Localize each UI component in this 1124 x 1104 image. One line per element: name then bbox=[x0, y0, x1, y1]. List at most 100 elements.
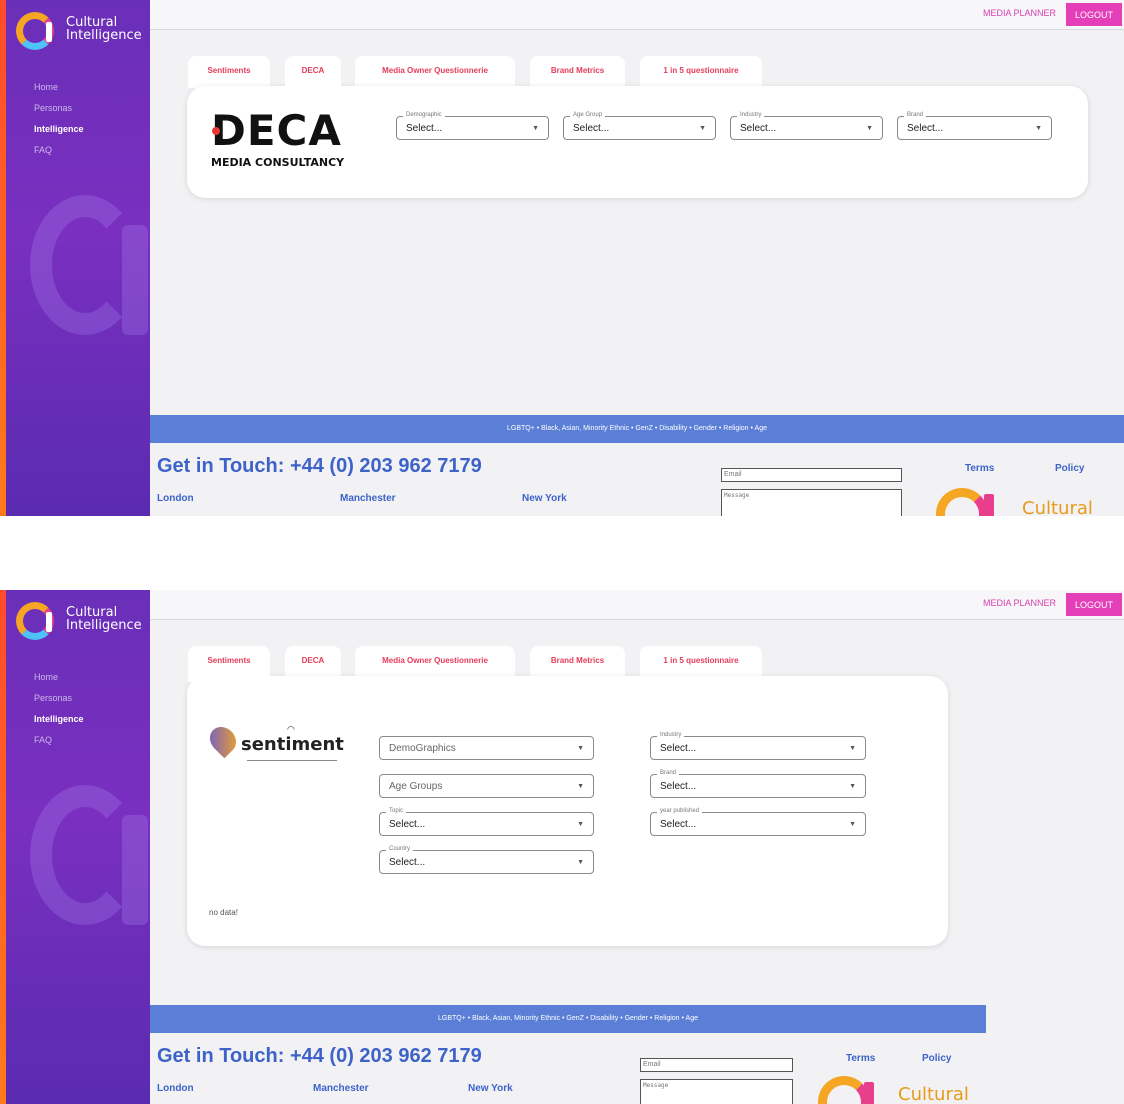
sidebar-item-faq[interactable]: FAQ bbox=[34, 145, 84, 166]
app-logo[interactable]: Cultural Intelligence bbox=[16, 12, 146, 52]
top-bar: MEDIA PLANNER LOGOUT bbox=[150, 590, 1124, 620]
sentiment-logo: ◠ sentiment bbox=[204, 721, 351, 764]
logo-line-2: Intelligence bbox=[66, 618, 142, 633]
field-value: Select... bbox=[389, 857, 426, 868]
tab-sentiments[interactable]: Sentiments bbox=[188, 56, 270, 88]
city-new-york: New York bbox=[522, 493, 567, 504]
sidebar-watermark-icon bbox=[30, 195, 150, 345]
city-new-york: New York bbox=[468, 1083, 513, 1094]
sidebar-item-personas[interactable]: Personas bbox=[34, 693, 84, 714]
policy-link[interactable]: Policy bbox=[922, 1053, 951, 1064]
deca-panel: DECA MEDIA CONSULTANCY Demographic Selec… bbox=[187, 86, 1088, 198]
field-value: Select... bbox=[573, 123, 610, 134]
field-value: Select... bbox=[406, 123, 443, 134]
media-planner-link[interactable]: MEDIA PLANNER bbox=[983, 598, 1056, 608]
tab-deca[interactable]: DECA bbox=[285, 646, 341, 678]
industry-select[interactable]: Industry Select... ▼ bbox=[730, 111, 883, 140]
sentiment-logo-word: sentiment bbox=[241, 734, 344, 755]
sentiment-logo-underline bbox=[247, 760, 337, 761]
footer-logo-bar-icon bbox=[984, 494, 994, 516]
tab-deca[interactable]: DECA bbox=[285, 56, 341, 92]
topic-select[interactable]: Topic Select... ▼ bbox=[379, 807, 594, 836]
sidebar: Cultural Intelligence Home Personas Inte… bbox=[0, 590, 150, 1104]
sidebar: Cultural Intelligence Home Personas Inte… bbox=[0, 0, 150, 516]
city-manchester: Manchester bbox=[340, 493, 396, 504]
field-label: year published bbox=[657, 807, 703, 815]
deca-logo: DECA MEDIA CONSULTANCY bbox=[211, 110, 381, 180]
field-value: Select... bbox=[660, 819, 697, 830]
logo-text: Cultural Intelligence bbox=[66, 606, 142, 632]
logout-button[interactable]: LOGOUT bbox=[1066, 593, 1122, 616]
sidebar-item-faq[interactable]: FAQ bbox=[34, 735, 84, 756]
chevron-down-icon: ▼ bbox=[532, 125, 539, 132]
deca-logo-dot-icon bbox=[212, 127, 220, 135]
sidebar-item-intelligence[interactable]: Intelligence bbox=[34, 124, 84, 145]
field-value: Select... bbox=[740, 123, 777, 134]
demographic-select[interactable]: Demographic Select... ▼ bbox=[396, 111, 549, 140]
field-value: DemoGraphics bbox=[389, 743, 456, 754]
country-select[interactable]: Country Select... ▼ bbox=[379, 845, 594, 874]
sidebar-item-home[interactable]: Home bbox=[34, 82, 84, 103]
sidebar-item-home[interactable]: Home bbox=[34, 672, 84, 693]
logo-bar-icon bbox=[46, 22, 52, 42]
field-label: Industry bbox=[737, 111, 765, 119]
logo-bar-icon bbox=[46, 612, 52, 632]
terms-link[interactable]: Terms bbox=[965, 463, 994, 474]
chevron-down-icon: ▼ bbox=[849, 745, 856, 752]
media-planner-link[interactable]: MEDIA PLANNER bbox=[983, 8, 1056, 18]
year-published-select[interactable]: year published Select... ▼ bbox=[650, 807, 866, 836]
contact-heading: Get in Touch: +44 (0) 203 962 7179 bbox=[157, 1045, 482, 1067]
tab-media-owner-questionnaire[interactable]: Media Owner Questionnerie bbox=[355, 56, 515, 88]
screenshot-sentiments: Cultural Intelligence Home Personas Inte… bbox=[0, 590, 1124, 1104]
tab-1-in-5-questionnaire[interactable]: 1 in 5 questionnaire bbox=[640, 646, 762, 678]
tab-sentiments[interactable]: Sentiments bbox=[188, 646, 270, 682]
message-field[interactable]: Message bbox=[721, 489, 902, 516]
tagline-bar: LGBTQ+ • Black, Asian, Minority Ethnic •… bbox=[150, 415, 1124, 443]
footer-brand-text: Cultural bbox=[1022, 498, 1093, 516]
city-manchester: Manchester bbox=[313, 1083, 369, 1094]
sidebar-nav: Home Personas Intelligence FAQ bbox=[34, 672, 84, 756]
field-label: Country bbox=[386, 845, 414, 853]
brand-select[interactable]: Brand Select... ▼ bbox=[897, 111, 1052, 140]
sidebar-nav: Home Personas Intelligence FAQ bbox=[34, 82, 84, 166]
demographics-select[interactable]: DemoGraphics ▼ bbox=[379, 736, 594, 760]
chevron-down-icon: ▼ bbox=[577, 745, 584, 752]
chevron-down-icon: ▼ bbox=[577, 783, 584, 790]
tab-brand-metrics[interactable]: Brand Metrics bbox=[530, 646, 625, 678]
field-label: Brand bbox=[904, 111, 927, 119]
age-groups-select[interactable]: Age Groups ▼ bbox=[379, 774, 594, 798]
brand-select[interactable]: Brand Select... ▼ bbox=[650, 769, 866, 798]
sidebar-item-personas[interactable]: Personas bbox=[34, 103, 84, 124]
sentiments-panel: ◠ sentiment DemoGraphics ▼ Age Groups ▼ … bbox=[187, 676, 948, 946]
chevron-down-icon: ▼ bbox=[1035, 125, 1042, 132]
deca-logo-subtitle: MEDIA CONSULTANCY bbox=[211, 156, 345, 169]
terms-link[interactable]: Terms bbox=[846, 1053, 875, 1064]
tab-media-owner-questionnaire[interactable]: Media Owner Questionnerie bbox=[355, 646, 515, 678]
tagline-bar: LGBTQ+ • Black, Asian, Minority Ethnic •… bbox=[150, 1005, 986, 1033]
field-label: Topic bbox=[386, 807, 407, 815]
city-london: London bbox=[157, 493, 194, 504]
app-logo[interactable]: Cultural Intelligence bbox=[16, 602, 146, 642]
logo-text: Cultural Intelligence bbox=[66, 16, 142, 42]
deca-logo-word: DECA bbox=[211, 106, 342, 155]
message-field[interactable]: Message bbox=[640, 1079, 793, 1104]
screenshot-deca: Cultural Intelligence Home Personas Inte… bbox=[0, 0, 1124, 516]
footer-logo-bar-icon bbox=[864, 1082, 874, 1104]
sidebar-item-intelligence[interactable]: Intelligence bbox=[34, 714, 84, 735]
chevron-down-icon: ▼ bbox=[866, 125, 873, 132]
email-field[interactable]: Email bbox=[721, 468, 902, 482]
industry-select[interactable]: Industry Select... ▼ bbox=[650, 731, 866, 760]
policy-link[interactable]: Policy bbox=[1055, 463, 1084, 474]
field-value: Age Groups bbox=[389, 781, 443, 792]
top-bar: MEDIA PLANNER LOGOUT bbox=[150, 0, 1124, 30]
field-label: Brand bbox=[657, 769, 680, 777]
field-label: Age Group bbox=[570, 111, 606, 119]
tab-1-in-5-questionnaire[interactable]: 1 in 5 questionnaire bbox=[640, 56, 762, 88]
email-field[interactable]: Email bbox=[640, 1058, 793, 1072]
logout-button[interactable]: LOGOUT bbox=[1066, 3, 1122, 26]
chevron-down-icon: ▼ bbox=[849, 783, 856, 790]
footer-brand-text: Cultural bbox=[898, 1084, 969, 1104]
field-value: Select... bbox=[660, 743, 697, 754]
tab-brand-metrics[interactable]: Brand Metrics bbox=[530, 56, 625, 88]
age-group-select[interactable]: Age Group Select... ▼ bbox=[563, 111, 716, 140]
